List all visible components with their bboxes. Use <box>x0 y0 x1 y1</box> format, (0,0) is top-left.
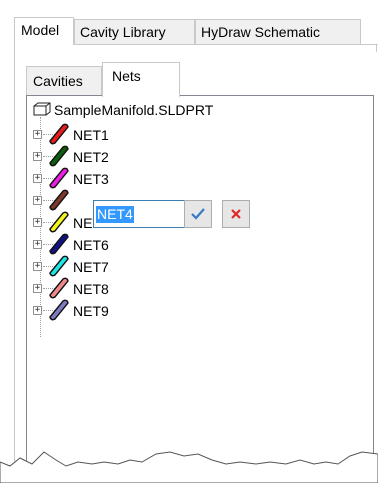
tree-node-net[interactable]: + NET7 <box>33 255 363 279</box>
expand-icon[interactable]: + <box>33 240 42 249</box>
marker-icon <box>49 189 69 211</box>
tree-node-net[interactable]: + NET3 <box>33 167 363 191</box>
tab-cavity-library[interactable]: Cavity Library <box>74 19 195 44</box>
marker-icon <box>49 277 69 299</box>
tree-node-net[interactable]: + NET1 <box>33 123 363 147</box>
tab-hydraw-schematic-label: HyDraw Schematic <box>201 24 321 40</box>
tree-node-net[interactable]: + NET8 <box>33 277 363 301</box>
tree-node-net[interactable]: + NET2 <box>33 145 363 169</box>
expand-icon[interactable]: + <box>33 130 42 139</box>
tab-hydraw-schematic[interactable]: HyDraw Schematic <box>195 19 361 44</box>
tree-node-label: NET7 <box>73 259 109 275</box>
tree-node-label: NET9 <box>73 303 109 319</box>
marker-icon <box>49 299 69 321</box>
tree-node-net[interactable]: + NET9 <box>33 299 363 323</box>
tree-node-label: NET2 <box>73 149 109 165</box>
tree-node-net[interactable]: + NET6 <box>33 233 363 257</box>
tab-model[interactable]: Model <box>14 17 74 45</box>
tab-model-label: Model <box>21 22 60 38</box>
tab-cavity-library-label: Cavity Library <box>80 24 166 40</box>
tab-nets[interactable]: Nets <box>102 62 180 97</box>
inner-tab-bar: Cavities Nets <box>26 62 376 97</box>
checkmark-icon <box>191 208 205 220</box>
tree-node-label: NET1 <box>73 127 109 143</box>
marker-icon <box>49 145 69 167</box>
marker-icon <box>49 167 69 189</box>
tree-root-label[interactable]: SampleManifold.SLDPRT <box>54 101 213 119</box>
expand-icon[interactable]: + <box>33 306 42 315</box>
top-tab-bar: Model Cavity Library HyDraw Schematic <box>14 17 378 45</box>
expand-icon[interactable]: + <box>33 174 42 183</box>
rename-input-value: NET4 <box>96 206 134 223</box>
tree-node-label: NET6 <box>73 237 109 253</box>
rename-input[interactable]: NET4 <box>93 200 185 228</box>
confirm-button[interactable] <box>184 200 212 228</box>
expand-icon[interactable]: + <box>33 218 42 227</box>
marker-icon <box>49 123 69 145</box>
panel-border <box>14 44 15 464</box>
expand-icon[interactable]: + <box>33 152 42 161</box>
marker-icon <box>49 211 69 233</box>
expand-icon[interactable]: + <box>33 262 42 271</box>
expand-icon[interactable]: + <box>33 284 42 293</box>
marker-icon <box>49 255 69 277</box>
tree-node-label: NET8 <box>73 281 109 297</box>
panel-border-right <box>376 44 377 52</box>
part-icon <box>33 102 51 116</box>
close-icon <box>231 209 241 219</box>
cancel-button[interactable] <box>222 200 250 228</box>
tab-nets-label: Nets <box>112 68 141 84</box>
tab-cavities[interactable]: Cavities <box>26 66 102 96</box>
expand-icon[interactable]: + <box>33 196 42 205</box>
torn-edge-decoration <box>0 451 378 483</box>
tree-node-label: NET3 <box>73 171 109 187</box>
marker-icon <box>49 233 69 255</box>
tab-cavities-label: Cavities <box>33 73 83 89</box>
